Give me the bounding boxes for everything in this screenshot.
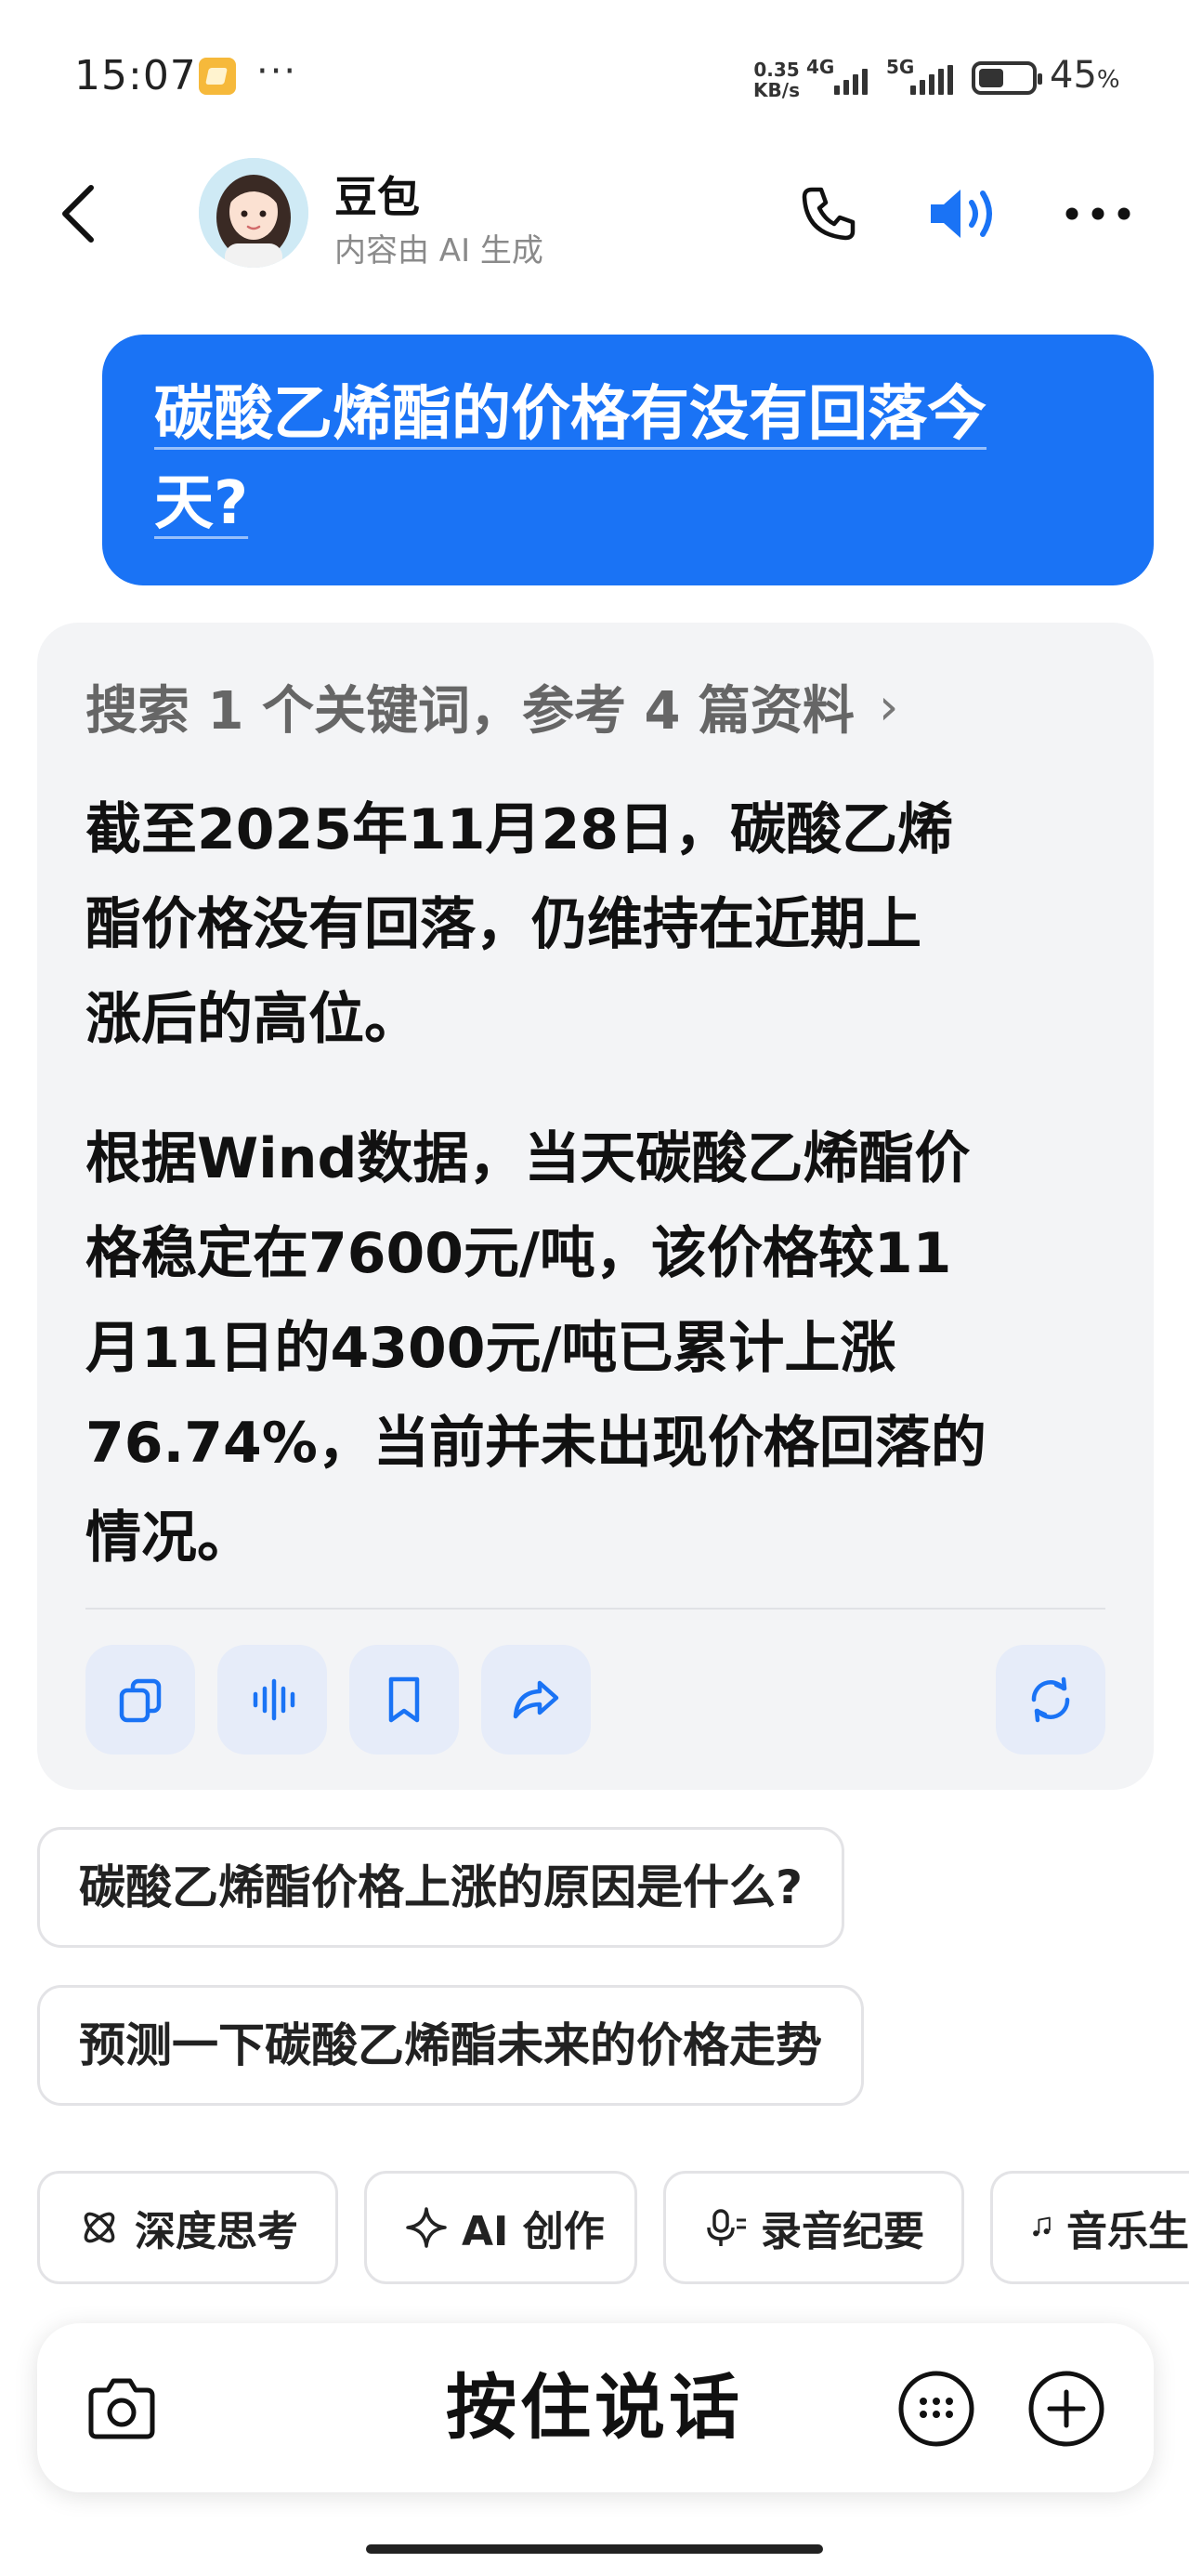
signal-strength-icon [834,65,868,95]
music-icon [1033,2216,1051,2237]
tool-chip-label: AI 创作 [462,2208,605,2255]
search-summary-text: 搜索 1 个关键词，参考 4 篇资料 [85,681,855,742]
phone-icon [802,187,856,241]
answer-line: 涨后的高位。 [85,987,420,1052]
camera-button[interactable] [82,2370,162,2450]
user-message-line: 天? [154,469,249,538]
ai-answer-card: 搜索 1 个关键词，参考 4 篇资料 › 截至2025年11月28日，碳酸乙烯 … [37,623,1154,1790]
camera-icon [88,2378,155,2439]
add-attachment-button[interactable] [1024,2366,1109,2451]
battery-icon [972,61,1042,95]
bot-name: 豆包 [334,172,420,222]
speaker-icon [931,190,992,238]
regenerate-icon [1031,1676,1070,1723]
keyboard-toggle-button[interactable] [894,2366,979,2451]
status-bar: 15:07 ··· 0.35 KB/s 4G 5G 45% [0,0,1189,158]
chat-screen: 15:07 ··· 0.35 KB/s 4G 5G 45% 豆包 内容由 AI … [0,0,1189,2576]
tool-chip-music[interactable]: 音乐生 [990,2171,1189,2284]
input-bar: 按住说话 [37,2323,1154,2492]
suggestion-chip[interactable]: 预测一下碳酸乙烯酯未来的价格走势 [37,1985,864,2106]
divider [85,1608,1105,1610]
answer-line: 月11日的4300元/吨已累计上涨 [85,1316,896,1381]
notes-app-icon [199,58,236,95]
answer-line: 根据Wind数据，当天碳酸乙烯酯价 [85,1126,971,1191]
plus-icon [1028,2371,1104,2447]
more-options-button[interactable] [1059,186,1137,242]
network-speed-unit: KB/s [753,79,800,101]
tool-chip-label: 音乐生 [1066,2208,1189,2255]
ai-disclaimer: 内容由 AI 生成 [334,232,543,269]
search-sources-link[interactable]: 搜索 1 个关键词，参考 4 篇资料 › [85,669,899,744]
more-horizontal-icon [1065,207,1130,220]
call-button[interactable] [795,180,862,247]
network-speed-value: 0.35 [753,59,800,81]
answer-line: 76.74%，当前并未出现价格回落的 [85,1411,986,1476]
atom-icon [84,2212,115,2243]
chevron-left-icon [62,185,94,243]
signal-strength-icon [910,65,953,95]
tool-chip-label: 深度思考 [135,2208,298,2255]
tool-chip-recording-notes[interactable]: 录音纪要 [663,2171,964,2284]
home-indicator[interactable] [366,2544,823,2554]
sparkle-icon [406,2207,447,2248]
more-notifications-icon: ··· [256,50,298,93]
regenerate-button[interactable] [996,1645,1105,1755]
share-button[interactable] [481,1645,591,1755]
copy-button[interactable] [85,1645,195,1755]
answer-line: 格稳定在7600元/吨，该价格较11 [85,1221,952,1286]
read-aloud-button[interactable] [217,1645,327,1755]
answer-line: 截至2025年11月28日，碳酸乙烯 [85,797,953,862]
mic-icon [707,2209,746,2246]
suggestion-chip[interactable]: 碳酸乙烯酯价格上涨的原因是什么? [37,1827,845,1948]
answer-paragraph-2: 根据Wind数据，当天碳酸乙烯酯价 格稳定在7600元/吨，该价格较11 月11… [85,1111,1135,1585]
hold-to-talk-button[interactable]: 按住说话 [223,2323,966,2492]
status-time: 15:07 [74,52,197,99]
keyboard-icon [898,2371,974,2447]
bookmark-icon [388,1676,420,1723]
share-icon [513,1680,559,1719]
answer-line: 酯价格没有回落，仍维持在近期上 [85,892,921,957]
answer-paragraph-1: 截至2025年11月28日，碳酸乙烯 酯价格没有回落，仍维持在近期上 涨后的高位… [85,782,1126,1067]
tool-chip-deep-think[interactable]: 深度思考 [37,2171,338,2284]
battery-percent: 45% [1050,54,1120,97]
user-message-text: 碳酸乙烯酯的价格有没有回落今 天? [154,370,1105,548]
tool-chip-label: 录音纪要 [761,2208,924,2255]
chat-header: 豆包 内容由 AI 生成 [0,149,1189,279]
bookmark-button[interactable] [349,1645,459,1755]
answer-line: 情况。 [85,1505,253,1571]
network-type-4g: 4G [806,56,835,78]
back-button[interactable] [45,177,119,251]
user-message-bubble[interactable]: 碳酸乙烯酯的价格有没有回落今 天? [102,335,1154,585]
tool-chip-ai-create[interactable]: AI 创作 [364,2171,637,2284]
copy-icon [119,1678,162,1723]
voice-playback-toggle[interactable] [925,180,1003,247]
avatar[interactable] [199,158,308,268]
chevron-right-icon: › [878,677,899,736]
voice-read-icon [253,1678,295,1721]
user-message-line: 碳酸乙烯酯的价格有没有回落今 [154,380,986,449]
network-speed: 0.35 KB/s [749,59,804,100]
